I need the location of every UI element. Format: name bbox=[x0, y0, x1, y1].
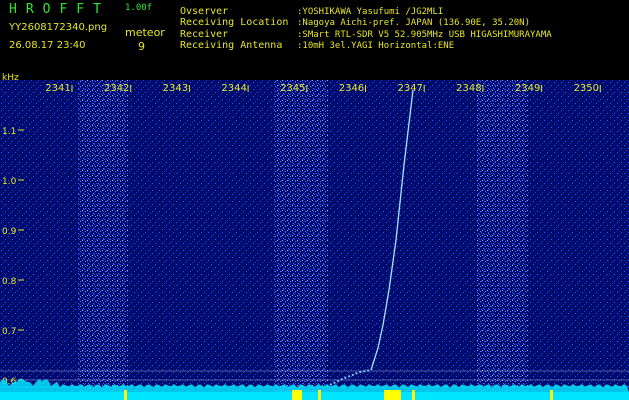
receiver-value: :SMart RTL-SDR V5 52.905MHz USB HIGASHIM… bbox=[297, 30, 552, 40]
file-name: YY2608172340.png bbox=[9, 22, 108, 33]
meteor-count: 9 bbox=[138, 40, 145, 53]
app-title: HROFFT bbox=[9, 2, 110, 17]
signal-marker bbox=[318, 390, 321, 400]
datetime: 26.08.17 23:40 bbox=[9, 40, 86, 51]
y-tick-label: 1.1 bbox=[2, 127, 16, 137]
x-tick-label: 2345 bbox=[280, 83, 305, 94]
spectrogram-plot: 2341 2342 2343 2344 2345 2346 2347 2348 2349 2350… bbox=[0, 80, 629, 400]
antenna-value: :10mH 3el.YAGI Horizontal:ENE bbox=[297, 41, 455, 51]
signal-marker bbox=[550, 390, 553, 400]
x-tick-label: 2342 bbox=[104, 83, 129, 94]
noise-band-1 bbox=[78, 80, 128, 400]
observer-value: :YOSHIKAWA Yasufumi /JG2MLI bbox=[297, 7, 444, 17]
signal-marker bbox=[384, 390, 401, 400]
signal-marker bbox=[124, 390, 127, 400]
noise-band-2 bbox=[274, 80, 328, 400]
observer-key: Ovserver bbox=[180, 6, 229, 17]
y-axis-unit-label: kHz bbox=[2, 73, 19, 83]
y-tick-label: 0.8 bbox=[2, 277, 17, 287]
x-tick-label: 2347 bbox=[397, 83, 422, 94]
signal-marker bbox=[412, 390, 415, 400]
x-tick-label: 2348 bbox=[456, 83, 481, 94]
y-tick-label: 1.0 bbox=[2, 177, 17, 187]
x-tick-label: 2341 bbox=[45, 83, 70, 94]
x-tick-label: 2344 bbox=[221, 83, 246, 94]
y-tick-label: 0.7 bbox=[2, 327, 16, 337]
noise-floor bbox=[0, 392, 629, 400]
receiver-key: Receiver bbox=[180, 29, 229, 40]
app-version: 1.00f bbox=[125, 3, 153, 13]
noise-band-3 bbox=[476, 80, 528, 400]
signal-marker bbox=[292, 390, 302, 400]
meteor-label: meteor bbox=[125, 26, 165, 39]
location-key: Receiving Location bbox=[180, 17, 289, 28]
x-tick-label: 2346 bbox=[339, 83, 364, 94]
antenna-key: Receiving Antenna bbox=[180, 40, 283, 51]
y-tick-label: 0.9 bbox=[2, 227, 17, 237]
x-tick-label: 2343 bbox=[163, 83, 188, 94]
x-tick-label: 2350 bbox=[574, 83, 599, 94]
location-value: :Nagoya Aichi-pref. JAPAN (136.90E, 35.2… bbox=[297, 18, 530, 28]
x-tick-label: 2349 bbox=[515, 83, 540, 94]
header-panel: HROFFT 1.00f YY2608172340.png meteor 26.… bbox=[0, 0, 629, 80]
